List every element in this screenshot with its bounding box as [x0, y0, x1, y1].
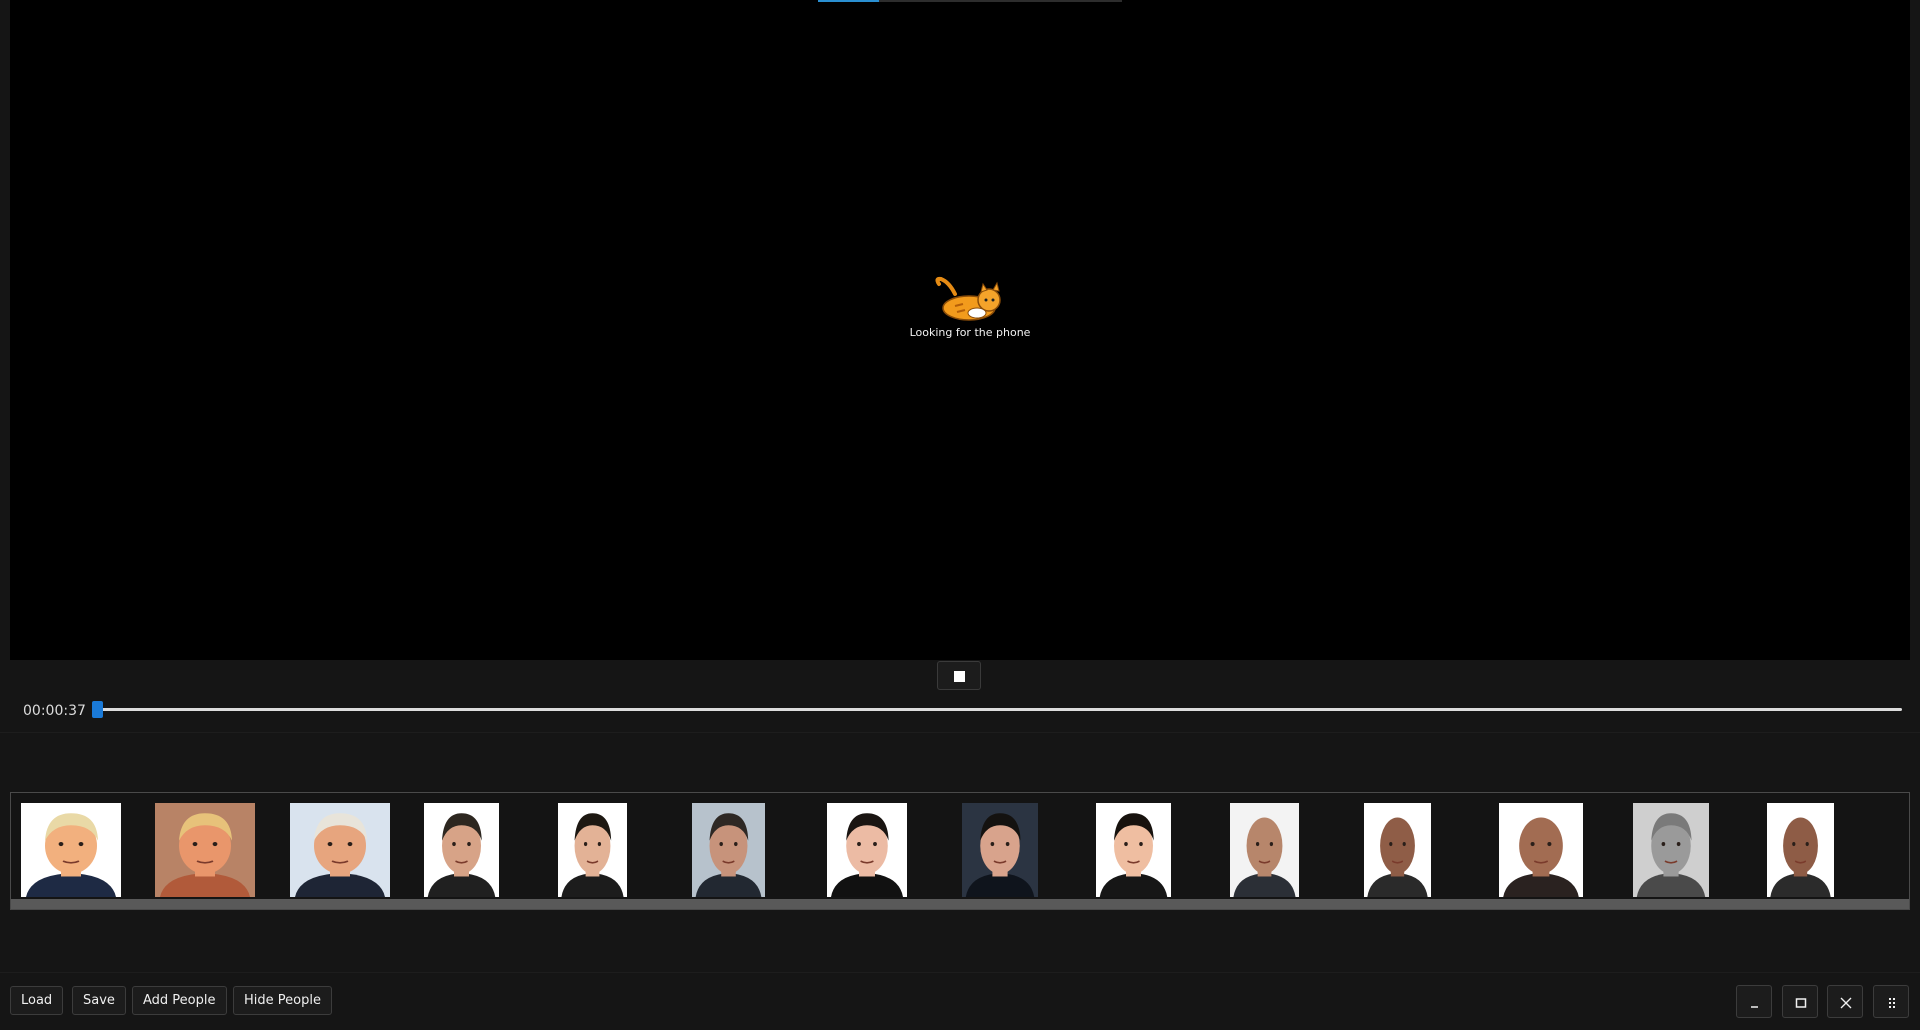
person-photo [1633, 803, 1709, 897]
person-photo [1230, 803, 1299, 897]
person-photo [692, 803, 765, 897]
person-thumbnail[interactable] [1096, 803, 1171, 897]
person-photo [21, 803, 121, 897]
person-thumbnail[interactable] [692, 803, 765, 897]
hide-people-button[interactable]: Hide People [233, 986, 332, 1015]
video-display[interactable]: Looking for the phone [10, 0, 1910, 660]
person-photo [827, 803, 907, 897]
time-label: 00:00:37 [23, 703, 86, 719]
person-thumbnail[interactable] [1230, 803, 1299, 897]
person-photo [1499, 803, 1583, 897]
person-thumbnail[interactable] [1364, 803, 1431, 897]
person-thumbnail[interactable] [1767, 803, 1834, 897]
close-icon [1840, 997, 1852, 1009]
minimize-button[interactable] [1736, 985, 1772, 1018]
cat-icon [935, 276, 1001, 321]
person-photo [290, 803, 390, 897]
divider [0, 732, 1920, 733]
person-photo [1364, 803, 1431, 897]
app-window: Looking for the phone 00:00:37 Load Save… [0, 0, 1920, 1030]
stop-button[interactable] [937, 661, 981, 690]
close-button[interactable] [1827, 985, 1863, 1018]
person-photo [558, 803, 627, 897]
divider [0, 972, 1920, 973]
seek-slider[interactable] [92, 698, 1902, 722]
person-thumbnail[interactable] [424, 803, 499, 897]
person-photo [155, 803, 255, 897]
person-thumbnail[interactable] [1499, 803, 1583, 897]
loading-text: Looking for the phone [909, 326, 1031, 339]
grip-button[interactable] [1873, 985, 1909, 1018]
people-scrollbar[interactable] [11, 899, 1909, 909]
add-people-button[interactable]: Add People [132, 986, 227, 1015]
person-thumbnail[interactable] [962, 803, 1038, 897]
grip-icon [1889, 998, 1895, 1008]
seek-track[interactable] [92, 708, 1902, 711]
person-thumbnail[interactable] [1633, 803, 1709, 897]
save-button[interactable]: Save [72, 986, 126, 1015]
seek-thumb[interactable] [92, 701, 104, 718]
person-thumbnail[interactable] [155, 803, 255, 897]
person-photo [962, 803, 1038, 897]
maximize-icon [1795, 998, 1807, 1008]
person-thumbnail[interactable] [558, 803, 627, 897]
maximize-button[interactable] [1782, 985, 1818, 1018]
person-photo [1767, 803, 1834, 897]
top-progress-fill [818, 0, 879, 2]
person-photo [424, 803, 499, 897]
minimize-icon [1751, 1006, 1758, 1008]
person-thumbnail[interactable] [827, 803, 907, 897]
top-progress-bar [818, 0, 1122, 2]
people-strip[interactable] [10, 792, 1910, 910]
stop-icon [954, 671, 965, 682]
person-thumbnail[interactable] [21, 803, 121, 897]
load-button[interactable]: Load [10, 986, 64, 1015]
loading-indicator: Looking for the phone [870, 276, 1070, 339]
person-thumbnail[interactable] [290, 803, 390, 897]
person-photo [1096, 803, 1171, 897]
